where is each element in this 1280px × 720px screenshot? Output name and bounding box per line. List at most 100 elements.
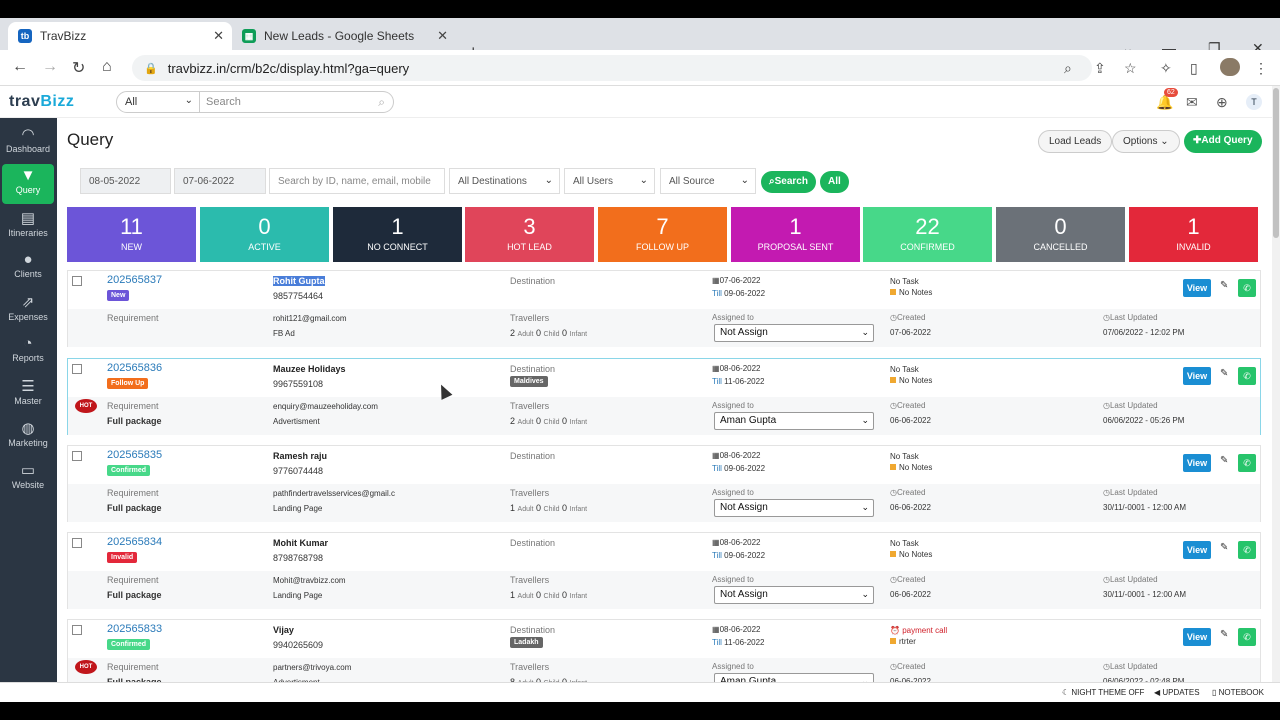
whatsapp-icon[interactable]: ✆ xyxy=(1238,541,1256,559)
url-field[interactable]: 🔒 travbizz.in/crm/b2c/display.html?ga=qu… xyxy=(132,55,1092,81)
zoom-icon[interactable]: ⌕ xyxy=(1064,60,1072,77)
forward-arrow-icon[interactable]: → xyxy=(42,58,58,76)
stat-box-invalid[interactable]: 1 INVALID xyxy=(1129,207,1258,262)
sidebar-item-itineraries[interactable]: ▤ Itineraries xyxy=(2,206,54,246)
client-name[interactable]: Ramesh raju xyxy=(273,451,327,461)
from-date-input[interactable]: 08-05-2022 xyxy=(80,168,171,194)
query-id-link[interactable]: 202565833 xyxy=(107,623,162,635)
query-card[interactable]: 202565836 Follow Up HOT Requirement Full … xyxy=(67,358,1261,435)
source-select[interactable]: All Source ⌄ xyxy=(660,168,756,194)
tab-google-sheets[interactable]: ▦ New Leads - Google Sheets ✕ xyxy=(232,22,456,50)
select-checkbox[interactable] xyxy=(72,364,82,374)
travbizz-logo[interactable]: travBizz xyxy=(9,93,74,111)
sidepanel-icon[interactable]: ▯ xyxy=(1190,60,1198,77)
sidebar-item-expenses[interactable]: ⇗ Expenses xyxy=(2,290,54,330)
assigned-user-select[interactable]: Not Assign ⌄ xyxy=(714,586,874,604)
load-leads-button[interactable]: Load Leads xyxy=(1038,130,1113,153)
edit-pencil-icon[interactable]: ✎ xyxy=(1220,542,1228,553)
all-button[interactable]: All xyxy=(820,171,849,193)
view-button[interactable]: View xyxy=(1183,454,1211,472)
mail-icon[interactable]: ✉ xyxy=(1186,94,1198,111)
users-select[interactable]: All Users ⌄ xyxy=(564,168,655,194)
to-date-input[interactable]: 07-06-2022 xyxy=(174,168,266,194)
edit-pencil-icon[interactable]: ✎ xyxy=(1220,368,1228,379)
view-button[interactable]: View xyxy=(1183,628,1211,646)
notebook-link[interactable]: ▯ NOTEBOOK xyxy=(1212,688,1264,697)
back-arrow-icon[interactable]: ← xyxy=(12,58,28,76)
select-checkbox[interactable] xyxy=(72,451,82,461)
page-scrollbar[interactable] xyxy=(1272,86,1280,682)
edit-pencil-icon[interactable]: ✎ xyxy=(1220,629,1228,640)
query-card[interactable]: 202565833 Confirmed HOT Requirement Full … xyxy=(67,619,1261,682)
client-name[interactable]: Rohit Gupta xyxy=(273,276,325,286)
global-search-input[interactable]: Search ⌕ xyxy=(200,91,394,113)
bookmark-star-icon[interactable]: ☆ xyxy=(1124,60,1137,77)
close-icon[interactable]: ✕ xyxy=(437,28,448,44)
stat-box-cancelled[interactable]: 0 CANCELLED xyxy=(996,207,1125,262)
share-icon[interactable]: ⇪ xyxy=(1094,60,1106,77)
notes-value: No Notes xyxy=(899,550,933,559)
select-checkbox[interactable] xyxy=(72,538,82,548)
view-button[interactable]: View xyxy=(1183,541,1211,559)
search-scope-select[interactable]: All ⌄ xyxy=(116,91,200,113)
lock-icon: 🔒 xyxy=(144,62,158,75)
edit-pencil-icon[interactable]: ✎ xyxy=(1220,455,1228,466)
reload-icon[interactable]: ↻ xyxy=(72,58,85,78)
sidebar-item-master[interactable]: ☰ Master xyxy=(2,374,54,414)
stat-box-confirmed[interactable]: 22 CONFIRMED xyxy=(863,207,992,262)
extensions-puzzle-icon[interactable]: ✧ xyxy=(1160,60,1172,77)
stat-box-follow-up[interactable]: 7 FOLLOW UP xyxy=(598,207,727,262)
query-id-link[interactable]: 202565837 xyxy=(107,274,162,286)
query-id-link[interactable]: 202565834 xyxy=(107,536,162,548)
whatsapp-icon[interactable]: ✆ xyxy=(1238,454,1256,472)
profile-avatar-icon[interactable] xyxy=(1220,58,1240,76)
clock-icon: ◔ xyxy=(23,335,33,352)
sidebar-item-marketing[interactable]: ◍ Marketing xyxy=(2,416,54,456)
whatsapp-icon[interactable]: ✆ xyxy=(1238,367,1256,385)
stat-box-active[interactable]: 0 ACTIVE xyxy=(200,207,329,262)
assigned-user-select[interactable]: Not Assign ⌄ xyxy=(714,324,874,342)
scrollbar-thumb[interactable] xyxy=(1273,88,1279,238)
query-id-link[interactable]: 202565836 xyxy=(107,362,162,374)
client-name[interactable]: Mauzee Holidays xyxy=(273,364,346,374)
add-query-button[interactable]: ✚Add Query xyxy=(1184,130,1262,153)
assigned-user-select[interactable]: Aman Gupta ⌄ xyxy=(714,673,874,682)
night-theme-toggle[interactable]: ☾ NIGHT THEME OFF xyxy=(1062,688,1144,697)
client-name[interactable]: Mohit Kumar xyxy=(273,538,328,548)
options-button[interactable]: Options ⌄ xyxy=(1112,130,1180,153)
tab-travbizz[interactable]: tb TravBizz ✕ xyxy=(8,22,232,50)
sidebar-item-dashboard[interactable]: ◠ Dashboard xyxy=(2,122,54,162)
assigned-user-select[interactable]: Not Assign ⌄ xyxy=(714,499,874,517)
sidebar-item-clients[interactable]: ● Clients xyxy=(2,248,54,288)
destinations-select[interactable]: All Destinations ⌄ xyxy=(449,168,560,194)
search-button[interactable]: ⌕Search xyxy=(761,171,816,193)
stat-box-proposal-sent[interactable]: 1 PROPOSAL SENT xyxy=(731,207,860,262)
close-icon[interactable]: ✕ xyxy=(213,28,224,44)
select-checkbox[interactable] xyxy=(72,625,82,635)
assigned-user-select[interactable]: Aman Gupta ⌄ xyxy=(714,412,874,430)
stat-box-hot-lead[interactable]: 3 HOT LEAD xyxy=(465,207,594,262)
plus-circle-icon[interactable]: ⊕ xyxy=(1216,94,1228,111)
stat-box-no-connect[interactable]: 1 NO CONNECT xyxy=(333,207,462,262)
select-checkbox[interactable] xyxy=(72,276,82,286)
whatsapp-icon[interactable]: ✆ xyxy=(1238,279,1256,297)
view-button[interactable]: View xyxy=(1183,367,1211,385)
updates-link[interactable]: ◀ UPDATES xyxy=(1154,688,1200,697)
query-card[interactable]: 202565834 Invalid Requirement Full packa… xyxy=(67,532,1261,609)
home-icon[interactable]: ⌂ xyxy=(102,58,112,76)
query-card[interactable]: 202565835 Confirmed Requirement Full pac… xyxy=(67,445,1261,522)
client-name[interactable]: Vijay xyxy=(273,625,294,635)
sidebar-item-website[interactable]: ▭ Website xyxy=(2,458,54,498)
sidebar-item-query[interactable]: ▼ Query xyxy=(2,164,54,204)
query-search-input[interactable]: Search by ID, name, email, mobile xyxy=(269,168,445,194)
menu-kebab-icon[interactable]: ⋮ xyxy=(1254,60,1268,77)
search-icon[interactable]: ⌕ xyxy=(378,95,385,110)
query-id-link[interactable]: 202565835 xyxy=(107,449,162,461)
edit-pencil-icon[interactable]: ✎ xyxy=(1220,280,1228,291)
view-button[interactable]: View xyxy=(1183,279,1211,297)
whatsapp-icon[interactable]: ✆ xyxy=(1238,628,1256,646)
sidebar-item-reports[interactable]: ◔ Reports xyxy=(2,332,54,372)
user-avatar[interactable]: T xyxy=(1246,94,1262,110)
query-card[interactable]: 202565837 New Requirement Rohit Gupta 98… xyxy=(67,270,1261,347)
stat-box-new[interactable]: 11 NEW xyxy=(67,207,196,262)
